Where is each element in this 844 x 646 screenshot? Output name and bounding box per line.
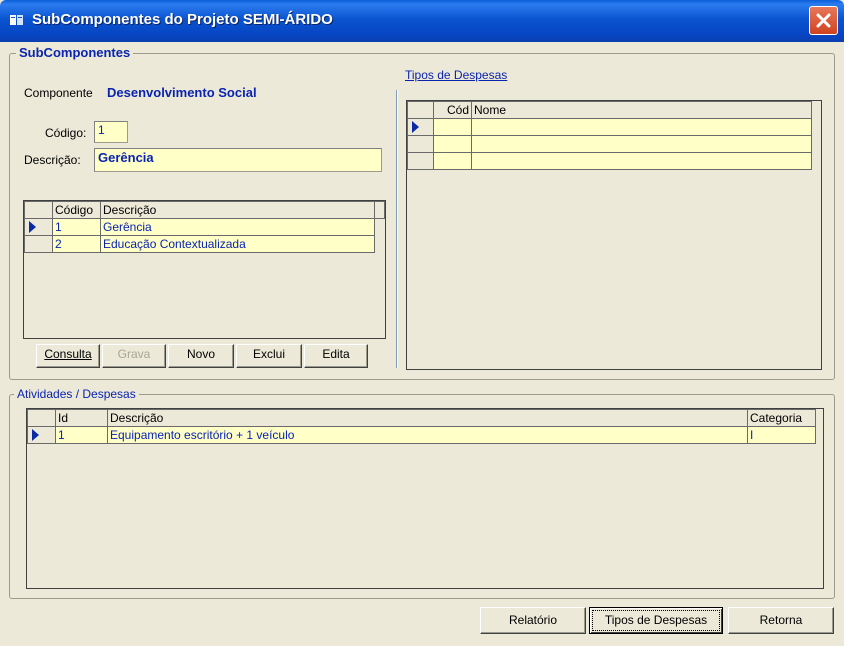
exclui-button[interactable]: Exclui — [236, 344, 302, 368]
cell-descricao[interactable]: Gerência — [100, 218, 375, 236]
table-row[interactable] — [407, 135, 812, 153]
descricao-field[interactable]: Gerência — [94, 148, 382, 172]
relatorio-button-label: Relatório — [508, 613, 558, 627]
row-pointer-icon — [29, 221, 36, 233]
consulta-button[interactable]: Consulta — [36, 344, 100, 368]
current-row-indicator — [407, 118, 434, 136]
componente-label: Componente — [24, 86, 93, 100]
column-header-nome[interactable]: Nome — [471, 101, 812, 119]
column-header-codigo[interactable]: Código — [52, 201, 101, 219]
row-indicator-header — [407, 101, 434, 119]
row-pointer-icon — [32, 429, 39, 441]
relatorio-button[interactable]: Relatório — [480, 607, 586, 634]
tipos-despesas-grid[interactable]: Cód Nome — [406, 100, 822, 370]
grid-header-row: Id Descrição Categoria — [27, 409, 816, 427]
cell-codigo[interactable]: 2 — [52, 235, 101, 253]
row-indicator-header — [27, 409, 56, 427]
title-bar[interactable]: SubComponentes do Projeto SEMI-ÁRIDO — [0, 0, 844, 42]
atividades-group-title: Atividades / Despesas — [14, 387, 139, 401]
cell-codigo[interactable]: 1 — [52, 218, 101, 236]
row-indicator-header — [24, 201, 53, 219]
novo-button[interactable]: Novo — [168, 344, 234, 368]
grava-button-label: Grava — [117, 347, 151, 361]
cell-id[interactable]: 1 — [55, 426, 108, 444]
row-pointer-icon — [412, 121, 419, 133]
table-row[interactable] — [407, 152, 812, 170]
row-indicator — [24, 235, 53, 253]
column-header-filler — [374, 201, 385, 219]
retorna-button[interactable]: Retorna — [728, 607, 834, 634]
table-row[interactable]: 1 Equipamento escritório + 1 veículo I — [27, 426, 816, 444]
cell-nome[interactable] — [471, 152, 812, 170]
tipos-despesas-button-label: Tipos de Despesas — [604, 613, 708, 627]
close-button[interactable] — [809, 6, 838, 35]
close-icon — [816, 13, 831, 28]
cell-cod[interactable] — [433, 118, 472, 136]
app-icon — [10, 13, 24, 27]
codigo-field[interactable]: 1 — [94, 121, 128, 143]
subcomponentes-window: SubComponentes do Projeto SEMI-ÁRIDO Sub… — [0, 0, 844, 646]
grid-header-row: Código Descrição — [24, 201, 385, 219]
cell-cod[interactable] — [433, 152, 472, 170]
atividades-grid[interactable]: Id Descrição Categoria 1 Equipamento esc… — [26, 408, 824, 589]
column-header-descricao[interactable]: Descrição — [107, 409, 748, 427]
edita-button[interactable]: Edita — [304, 344, 368, 368]
column-header-descricao[interactable]: Descrição — [100, 201, 375, 219]
table-row[interactable]: 2 Educação Contextualizada — [24, 235, 385, 253]
descricao-field-value: Gerência — [98, 150, 154, 165]
column-header-cod[interactable]: Cód — [433, 101, 472, 119]
retorna-button-label: Retorna — [759, 613, 803, 627]
row-indicator — [407, 152, 434, 170]
current-row-indicator — [27, 426, 56, 444]
grava-button[interactable]: Grava — [102, 344, 166, 368]
cell-descricao[interactable]: Equipamento escritório + 1 veículo — [107, 426, 748, 444]
cell-cod[interactable] — [433, 135, 472, 153]
row-filler — [374, 235, 385, 253]
consulta-button-label: Consulta — [44, 347, 92, 361]
row-indicator — [407, 135, 434, 153]
codigo-field-value: 1 — [98, 123, 105, 137]
descricao-label: Descrição: — [24, 153, 81, 167]
subcomponentes-grid[interactable]: Código Descrição 1 Gerência 2 Educação C… — [23, 200, 386, 339]
window-title: SubComponentes do Projeto SEMI-ÁRIDO — [32, 11, 333, 28]
row-filler — [374, 218, 385, 236]
vertical-separator — [396, 90, 398, 368]
table-row[interactable]: 1 Gerência — [24, 218, 385, 236]
grid-header-row: Cód Nome — [407, 101, 812, 119]
tipos-despesas-button[interactable]: Tipos de Despesas — [589, 607, 723, 634]
tipos-despesas-link[interactable]: Tipos de Despesas — [405, 68, 507, 82]
column-header-categoria[interactable]: Categoria — [747, 409, 816, 427]
table-row[interactable] — [407, 118, 812, 136]
codigo-label: Código: — [45, 126, 87, 140]
current-row-indicator — [24, 218, 53, 236]
subcomponentes-group-title: SubComponentes — [16, 45, 134, 60]
edita-button-label: Edita — [322, 347, 350, 361]
cell-categoria[interactable]: I — [747, 426, 816, 444]
cell-nome[interactable] — [471, 135, 812, 153]
novo-button-label: Novo — [186, 347, 215, 361]
componente-value: Desenvolvimento Social — [107, 85, 257, 100]
cell-descricao[interactable]: Educação Contextualizada — [100, 235, 375, 253]
exclui-button-label: Exclui — [252, 347, 285, 361]
cell-nome[interactable] — [471, 118, 812, 136]
column-header-id[interactable]: Id — [55, 409, 108, 427]
